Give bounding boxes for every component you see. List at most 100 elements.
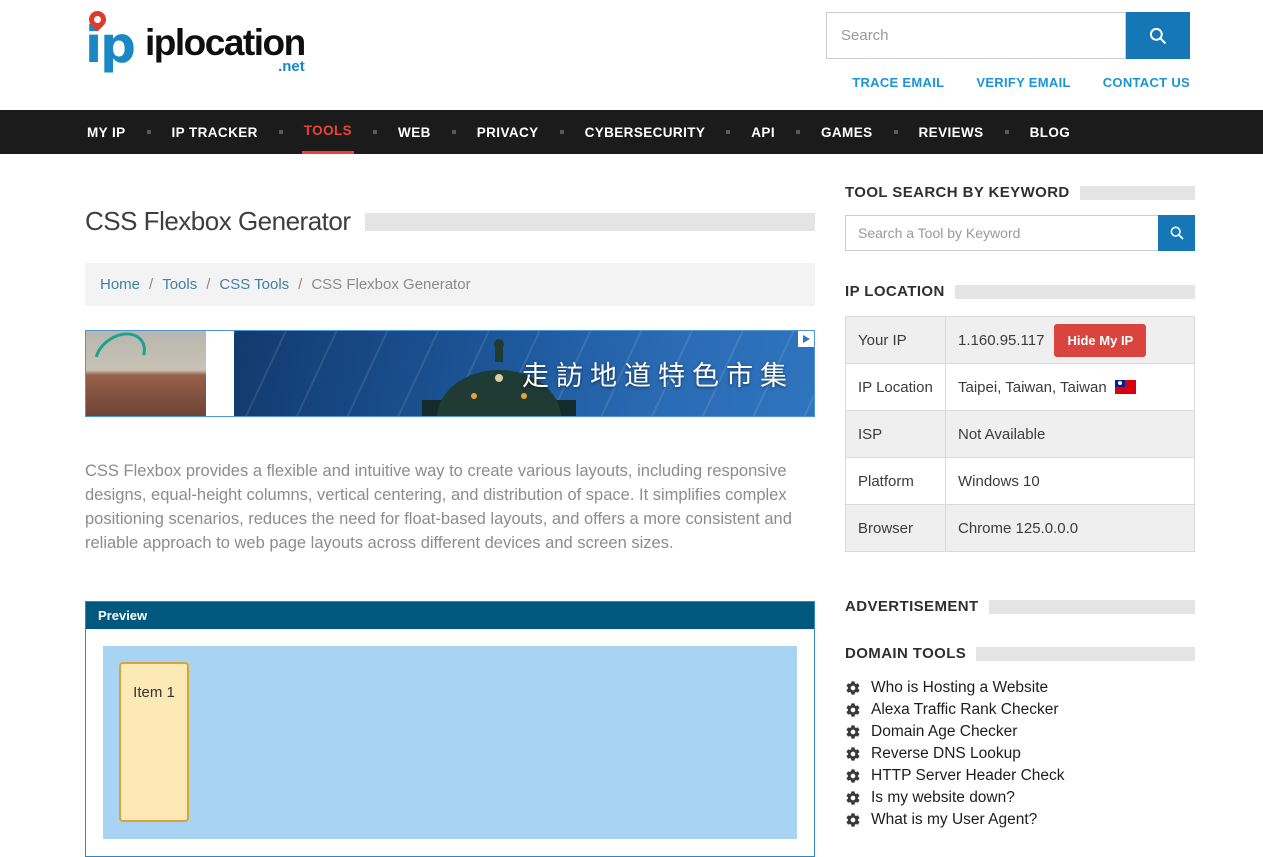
tool-link-label: Who is Hosting a Website	[871, 679, 1048, 697]
header-search-bar	[826, 12, 1190, 59]
row-label: IP Location	[846, 364, 946, 411]
table-row: Browser Chrome 125.0.0.0	[846, 505, 1195, 552]
nav-item-blog[interactable]: BLOG	[1028, 110, 1073, 154]
nav-item-tools[interactable]: TOOLS	[302, 110, 354, 154]
tool-link-label: Alexa Traffic Rank Checker	[871, 701, 1059, 719]
breadcrumb-home[interactable]: Home	[100, 276, 140, 293]
search-icon	[1148, 26, 1168, 46]
domain-tools-heading-row: DOMAIN TOOLS	[845, 645, 1195, 662]
nav-item-web[interactable]: WEB	[396, 110, 433, 154]
domain-tools-heading: DOMAIN TOOLS	[845, 645, 966, 662]
tool-search-heading: TOOL SEARCH BY KEYWORD	[845, 184, 1070, 201]
nav-separator	[279, 130, 283, 134]
gear-icon	[845, 768, 861, 784]
content-area: CSS Flexbox Generator Home / Tools / CSS…	[0, 154, 1263, 857]
main-nav: MY IP IP TRACKER TOOLS WEB PRIVACY CYBER…	[0, 110, 1263, 154]
breadcrumb-separator: /	[206, 276, 210, 293]
nav-separator	[796, 130, 800, 134]
tool-search-heading-row: TOOL SEARCH BY KEYWORD	[845, 184, 1195, 201]
page-title-row: CSS Flexbox Generator	[85, 206, 815, 237]
nav-separator	[726, 130, 730, 134]
search-icon	[1169, 225, 1185, 241]
ip-location-heading-row: IP LOCATION	[845, 283, 1195, 300]
ip-location-value: Taipei, Taiwan, Taiwan	[958, 379, 1107, 396]
page-description: CSS Flexbox provides a flexible and intu…	[85, 459, 815, 555]
ad-main-segment: 走訪地道特色市集	[234, 331, 814, 416]
site-header: ip iplocation .net TRACE EMAIL VERIFY EM…	[0, 0, 1263, 110]
breadcrumb-css-tools[interactable]: CSS Tools	[219, 276, 289, 293]
table-row: IP Location Taipei, Taiwan, Taiwan	[846, 364, 1195, 411]
gear-icon	[845, 790, 861, 806]
row-value-cell: 1.160.95.117 Hide My IP	[946, 317, 1195, 364]
breadcrumb-separator: /	[149, 276, 153, 293]
advertisement-heading-row: ADVERTISEMENT	[845, 598, 1195, 615]
ip-location-heading: IP LOCATION	[845, 283, 945, 300]
domain-tool-domain-age[interactable]: Domain Age Checker	[845, 722, 1195, 742]
nav-item-ip-tracker[interactable]: IP TRACKER	[170, 110, 260, 154]
nav-item-reviews[interactable]: REVIEWS	[917, 110, 986, 154]
nav-item-api[interactable]: API	[749, 110, 777, 154]
nav-item-cybersecurity[interactable]: CYBERSECURITY	[583, 110, 708, 154]
header-search-input[interactable]	[826, 12, 1126, 59]
logo-ip-mark: ip	[85, 12, 145, 78]
logo-name: iplocation	[145, 24, 305, 62]
domain-tool-http-header[interactable]: HTTP Server Header Check	[845, 766, 1195, 786]
row-label: Browser	[846, 505, 946, 552]
header-links: TRACE EMAIL VERIFY EMAIL CONTACT US	[852, 75, 1190, 90]
your-ip-value: 1.160.95.117	[958, 332, 1044, 349]
nav-item-games[interactable]: GAMES	[819, 110, 875, 154]
breadcrumb-separator: /	[298, 276, 302, 293]
sidebar: TOOL SEARCH BY KEYWORD IP LOCATION Your …	[845, 184, 1195, 857]
heading-decorative-bar	[1080, 186, 1195, 200]
breadcrumb-tools[interactable]: Tools	[162, 276, 197, 293]
verify-email-link[interactable]: VERIFY EMAIL	[976, 75, 1070, 90]
row-label: ISP	[846, 411, 946, 458]
tool-link-label: HTTP Server Header Check	[871, 767, 1065, 785]
domain-tool-alexa-rank[interactable]: Alexa Traffic Rank Checker	[845, 700, 1195, 720]
domain-tool-user-agent[interactable]: What is my User Agent?	[845, 810, 1195, 830]
row-label: Your IP	[846, 317, 946, 364]
main-column: CSS Flexbox Generator Home / Tools / CSS…	[85, 184, 815, 857]
table-row: Platform Windows 10	[846, 458, 1195, 505]
row-label: Platform	[846, 458, 946, 505]
domain-tool-reverse-dns[interactable]: Reverse DNS Lookup	[845, 744, 1195, 764]
tool-link-label: Reverse DNS Lookup	[871, 745, 1021, 763]
site-logo[interactable]: ip iplocation .net	[85, 12, 305, 78]
tool-link-label: Domain Age Checker	[871, 723, 1017, 741]
adchoices-triangle-icon	[803, 335, 810, 343]
tool-link-label: Is my website down?	[871, 789, 1015, 807]
trace-email-link[interactable]: TRACE EMAIL	[852, 75, 944, 90]
heading-decorative-bar	[989, 600, 1195, 614]
domain-tool-website-down[interactable]: Is my website down?	[845, 788, 1195, 808]
logo-tld: .net	[278, 58, 305, 75]
adchoices-icon[interactable]	[798, 331, 814, 347]
domain-tool-who-is-hosting[interactable]: Who is Hosting a Website	[845, 678, 1195, 698]
gear-icon	[845, 812, 861, 828]
breadcrumb-current: CSS Flexbox Generator	[311, 276, 470, 293]
header-right: TRACE EMAIL VERIFY EMAIL CONTACT US	[826, 12, 1190, 90]
ad-gap	[206, 331, 234, 416]
hide-my-ip-button[interactable]: Hide My IP	[1054, 324, 1146, 357]
taiwan-flag-icon	[1115, 380, 1136, 394]
tool-search-bar	[845, 215, 1195, 251]
ad-banner[interactable]: 走訪地道特色市集	[85, 330, 815, 417]
header-search-button[interactable]	[1126, 12, 1190, 59]
flexbox-preview-panel: Preview Item 1	[85, 601, 815, 857]
domain-tools-list: Who is Hosting a Website Alexa Traffic R…	[845, 678, 1195, 830]
breadcrumb: Home / Tools / CSS Tools / CSS Flexbox G…	[85, 263, 815, 306]
tool-search-input[interactable]	[845, 215, 1158, 251]
tool-link-label: What is my User Agent?	[871, 811, 1037, 829]
ad-photo-segment	[86, 331, 206, 416]
page-title: CSS Flexbox Generator	[85, 206, 351, 237]
nav-separator	[894, 130, 898, 134]
contact-us-link[interactable]: CONTACT US	[1103, 75, 1190, 90]
tool-search-button[interactable]	[1158, 215, 1195, 251]
nav-separator	[1005, 130, 1009, 134]
nav-item-privacy[interactable]: PRIVACY	[475, 110, 541, 154]
logo-text: iplocation .net	[145, 24, 305, 75]
nav-separator	[560, 130, 564, 134]
gear-icon	[845, 680, 861, 696]
flexbox-demo-container: Item 1	[103, 646, 797, 839]
nav-item-my-ip[interactable]: MY IP	[85, 110, 128, 154]
heading-decorative-bar	[976, 647, 1195, 661]
